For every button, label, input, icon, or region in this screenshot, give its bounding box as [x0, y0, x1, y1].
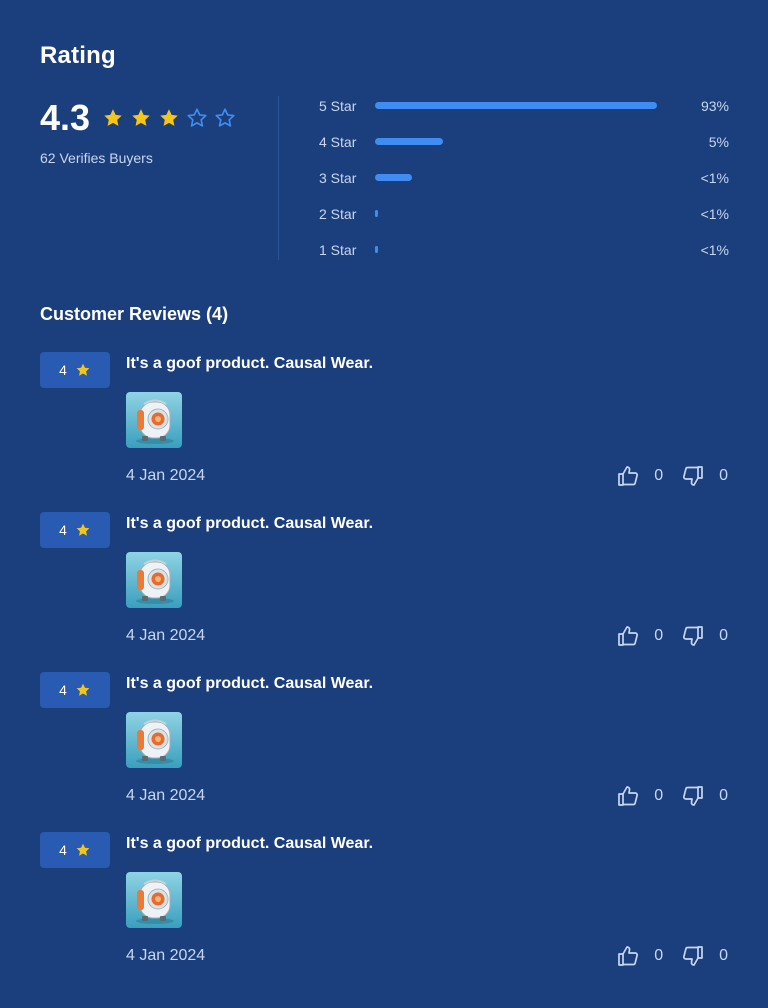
thumbs-down-icon[interactable] [681, 624, 705, 648]
review-item: 4 It's a goof product. Causal Wear. 4 Jan … [40, 832, 728, 992]
distribution-bar-track [375, 210, 657, 217]
review-rating-badge: 4 [40, 512, 110, 548]
like-count: 0 [654, 787, 664, 804]
distribution-label: 5 Star [319, 98, 357, 114]
verified-buyers-count: 62 Verifies Buyers [40, 150, 153, 166]
product-thumbnail[interactable] [126, 872, 182, 928]
review-date: 4 Jan 2024 [126, 627, 206, 644]
thumbs-down-icon[interactable] [681, 464, 705, 488]
reviews-list: 4 It's a goof product. Causal Wear. 4 Jan … [40, 352, 728, 992]
distribution-label: 1 Star [319, 242, 357, 258]
review-rating-badge: 4 [40, 832, 110, 868]
review-rating-value: 4 [59, 522, 67, 538]
star-outline-icon [187, 108, 207, 127]
review-rating-value: 4 [59, 682, 67, 698]
distribution-bar-fill [375, 102, 657, 109]
thumbs-up-icon[interactable] [616, 624, 640, 648]
average-score: 4.3 [40, 97, 91, 138]
review-title: It's a goof product. Causal Wear. [126, 675, 374, 692]
review-title: It's a goof product. Causal Wear. [126, 515, 374, 532]
like-count: 0 [654, 467, 664, 484]
distribution-percent: <1% [700, 170, 729, 186]
like-count: 0 [654, 947, 664, 964]
distribution-percent: 5% [708, 134, 729, 150]
review-rating-badge: 4 [40, 352, 110, 388]
score-row: 4.3 [40, 98, 270, 138]
thumbs-down-icon[interactable] [681, 784, 705, 808]
distribution-label: 4 Star [319, 134, 357, 150]
like-count: 0 [654, 627, 664, 644]
review-rating-value: 4 [59, 842, 67, 858]
star-outline-icon [215, 108, 235, 127]
thumbs-up-icon[interactable] [616, 944, 640, 968]
thumbs-down-icon[interactable] [681, 944, 705, 968]
distribution-row: 5 Star 93% [319, 96, 729, 132]
distribution-bar-track [375, 102, 657, 109]
review-votes: 00 [616, 464, 728, 488]
star-filled-icon [76, 683, 90, 696]
distribution-percent: <1% [700, 206, 729, 222]
rating-title: Rating [40, 42, 116, 69]
product-thumbnail[interactable] [126, 392, 182, 448]
dislike-count: 0 [719, 467, 728, 484]
distribution-bar-fill [375, 138, 443, 145]
review-votes: 00 [616, 624, 728, 648]
star-filled-icon [132, 109, 150, 126]
distribution-percent: <1% [700, 242, 729, 258]
review-title: It's a goof product. Causal Wear. [126, 355, 374, 372]
distribution-bar-fill [375, 210, 378, 217]
thumbs-up-icon[interactable] [616, 464, 640, 488]
distribution-bar-fill [375, 174, 412, 181]
product-thumbnail[interactable] [126, 712, 182, 768]
review-date: 4 Jan 2024 [126, 787, 206, 804]
distribution-bar-track [375, 246, 657, 253]
summary-divider [278, 96, 279, 260]
review-date: 4 Jan 2024 [126, 467, 206, 484]
rating-page: Rating 4.3 62 Verifies Buyers 5 Star 93% 4… [0, 0, 768, 1008]
distribution-percent: 93% [700, 98, 729, 114]
customer-reviews-title: Customer Reviews (4) [40, 304, 229, 324]
distribution-row: 1 Star <1% [319, 240, 729, 276]
star-filled-icon [76, 363, 90, 376]
review-date: 4 Jan 2024 [126, 947, 206, 964]
star-rating [102, 107, 236, 129]
product-thumbnail[interactable] [126, 552, 182, 608]
review-rating-badge: 4 [40, 672, 110, 708]
thumbs-up-icon[interactable] [616, 784, 640, 808]
distribution-row: 2 Star <1% [319, 204, 729, 240]
review-item: 4 It's a goof product. Causal Wear. 4 Jan … [40, 672, 728, 832]
dislike-count: 0 [719, 627, 728, 644]
distribution-label: 3 Star [319, 170, 357, 186]
distribution-label: 2 Star [319, 206, 357, 222]
distribution-bar-fill [375, 246, 378, 253]
star-filled-icon [160, 109, 178, 126]
star-filled-icon [104, 109, 122, 126]
distribution-bar-track [375, 174, 657, 181]
star-filled-icon [76, 523, 90, 536]
review-rating-value: 4 [59, 362, 67, 378]
rating-summary: 4.3 62 Verifies Buyers [40, 98, 270, 166]
dislike-count: 0 [719, 947, 728, 964]
review-title: It's a goof product. Causal Wear. [126, 835, 374, 852]
review-item: 4 It's a goof product. Causal Wear. 4 Jan … [40, 352, 728, 512]
star-filled-icon [76, 843, 90, 856]
rating-distribution: 5 Star 93% 4 Star 5% 3 Star <1% 2 Star <1% 1 Sta… [319, 96, 729, 276]
review-votes: 00 [616, 944, 728, 968]
distribution-row: 3 Star <1% [319, 168, 729, 204]
review-votes: 00 [616, 784, 728, 808]
distribution-bar-track [375, 138, 657, 145]
dislike-count: 0 [719, 787, 728, 804]
distribution-row: 4 Star 5% [319, 132, 729, 168]
review-item: 4 It's a goof product. Causal Wear. 4 Jan … [40, 512, 728, 672]
